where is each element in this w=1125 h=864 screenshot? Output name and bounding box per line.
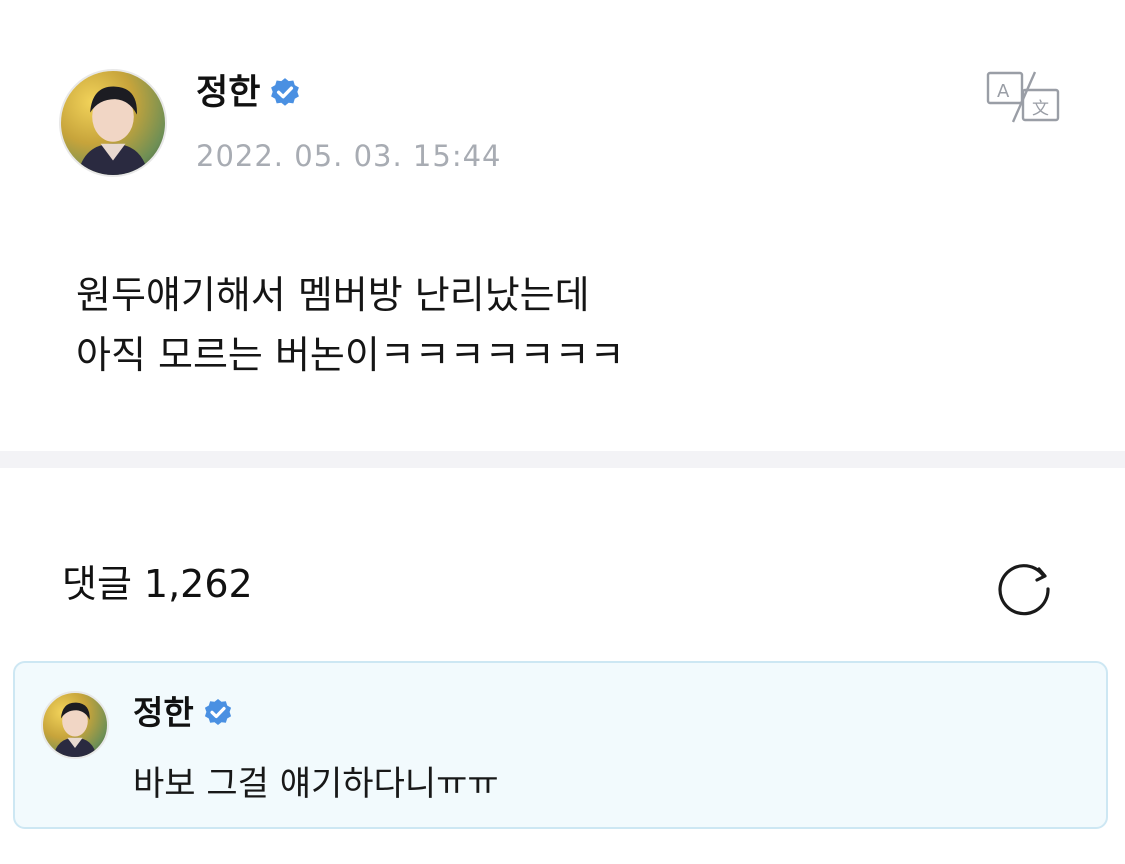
author-name[interactable]: 정한 — [196, 70, 260, 116]
verified-badge-icon — [204, 699, 231, 725]
post-header: 정한 2022. 05. 03. 15:44 A 文 — [0, 0, 1125, 200]
author-name-row: 정한 — [196, 70, 302, 116]
comment-item[interactable]: 정한 바보 그걸 얘기하다니ㅠㅠ — [13, 661, 1108, 829]
post-body-line: 아직 모르는 버논이ㅋㅋㅋㅋㅋㅋㅋ — [76, 333, 625, 377]
comment-author-name[interactable]: 정한 — [133, 691, 194, 735]
comments-count: 1,262 — [143, 562, 253, 606]
svg-text:文: 文 — [1032, 99, 1049, 119]
avatar-image — [53, 702, 97, 757]
verified-badge-icon — [271, 78, 300, 106]
avatar-image — [77, 86, 149, 175]
comment-author-row: 정한 — [133, 691, 234, 735]
svg-text:A: A — [997, 81, 1010, 102]
post-body: 원두얘기해서 멤버방 난리났는데 아직 모르는 버논이ㅋㅋㅋㅋㅋㅋㅋ — [76, 265, 1056, 385]
post-timestamp: 2022. 05. 03. 15:44 — [196, 139, 502, 173]
comment-author-avatar[interactable] — [41, 691, 109, 759]
translate-button[interactable]: A 文 — [985, 70, 1061, 124]
translate-icon: A 文 — [986, 71, 1060, 123]
section-divider — [0, 451, 1125, 468]
comments-label: 댓글 — [62, 562, 132, 606]
comment-text: 바보 그걸 얘기하다니ㅠㅠ — [133, 764, 499, 804]
comments-header: 댓글 1,262 — [62, 558, 253, 610]
author-avatar[interactable] — [59, 69, 167, 177]
post-body-line: 원두얘기해서 멤버방 난리났는데 — [76, 273, 590, 317]
refresh-icon — [998, 564, 1050, 616]
refresh-button[interactable] — [993, 555, 1055, 617]
